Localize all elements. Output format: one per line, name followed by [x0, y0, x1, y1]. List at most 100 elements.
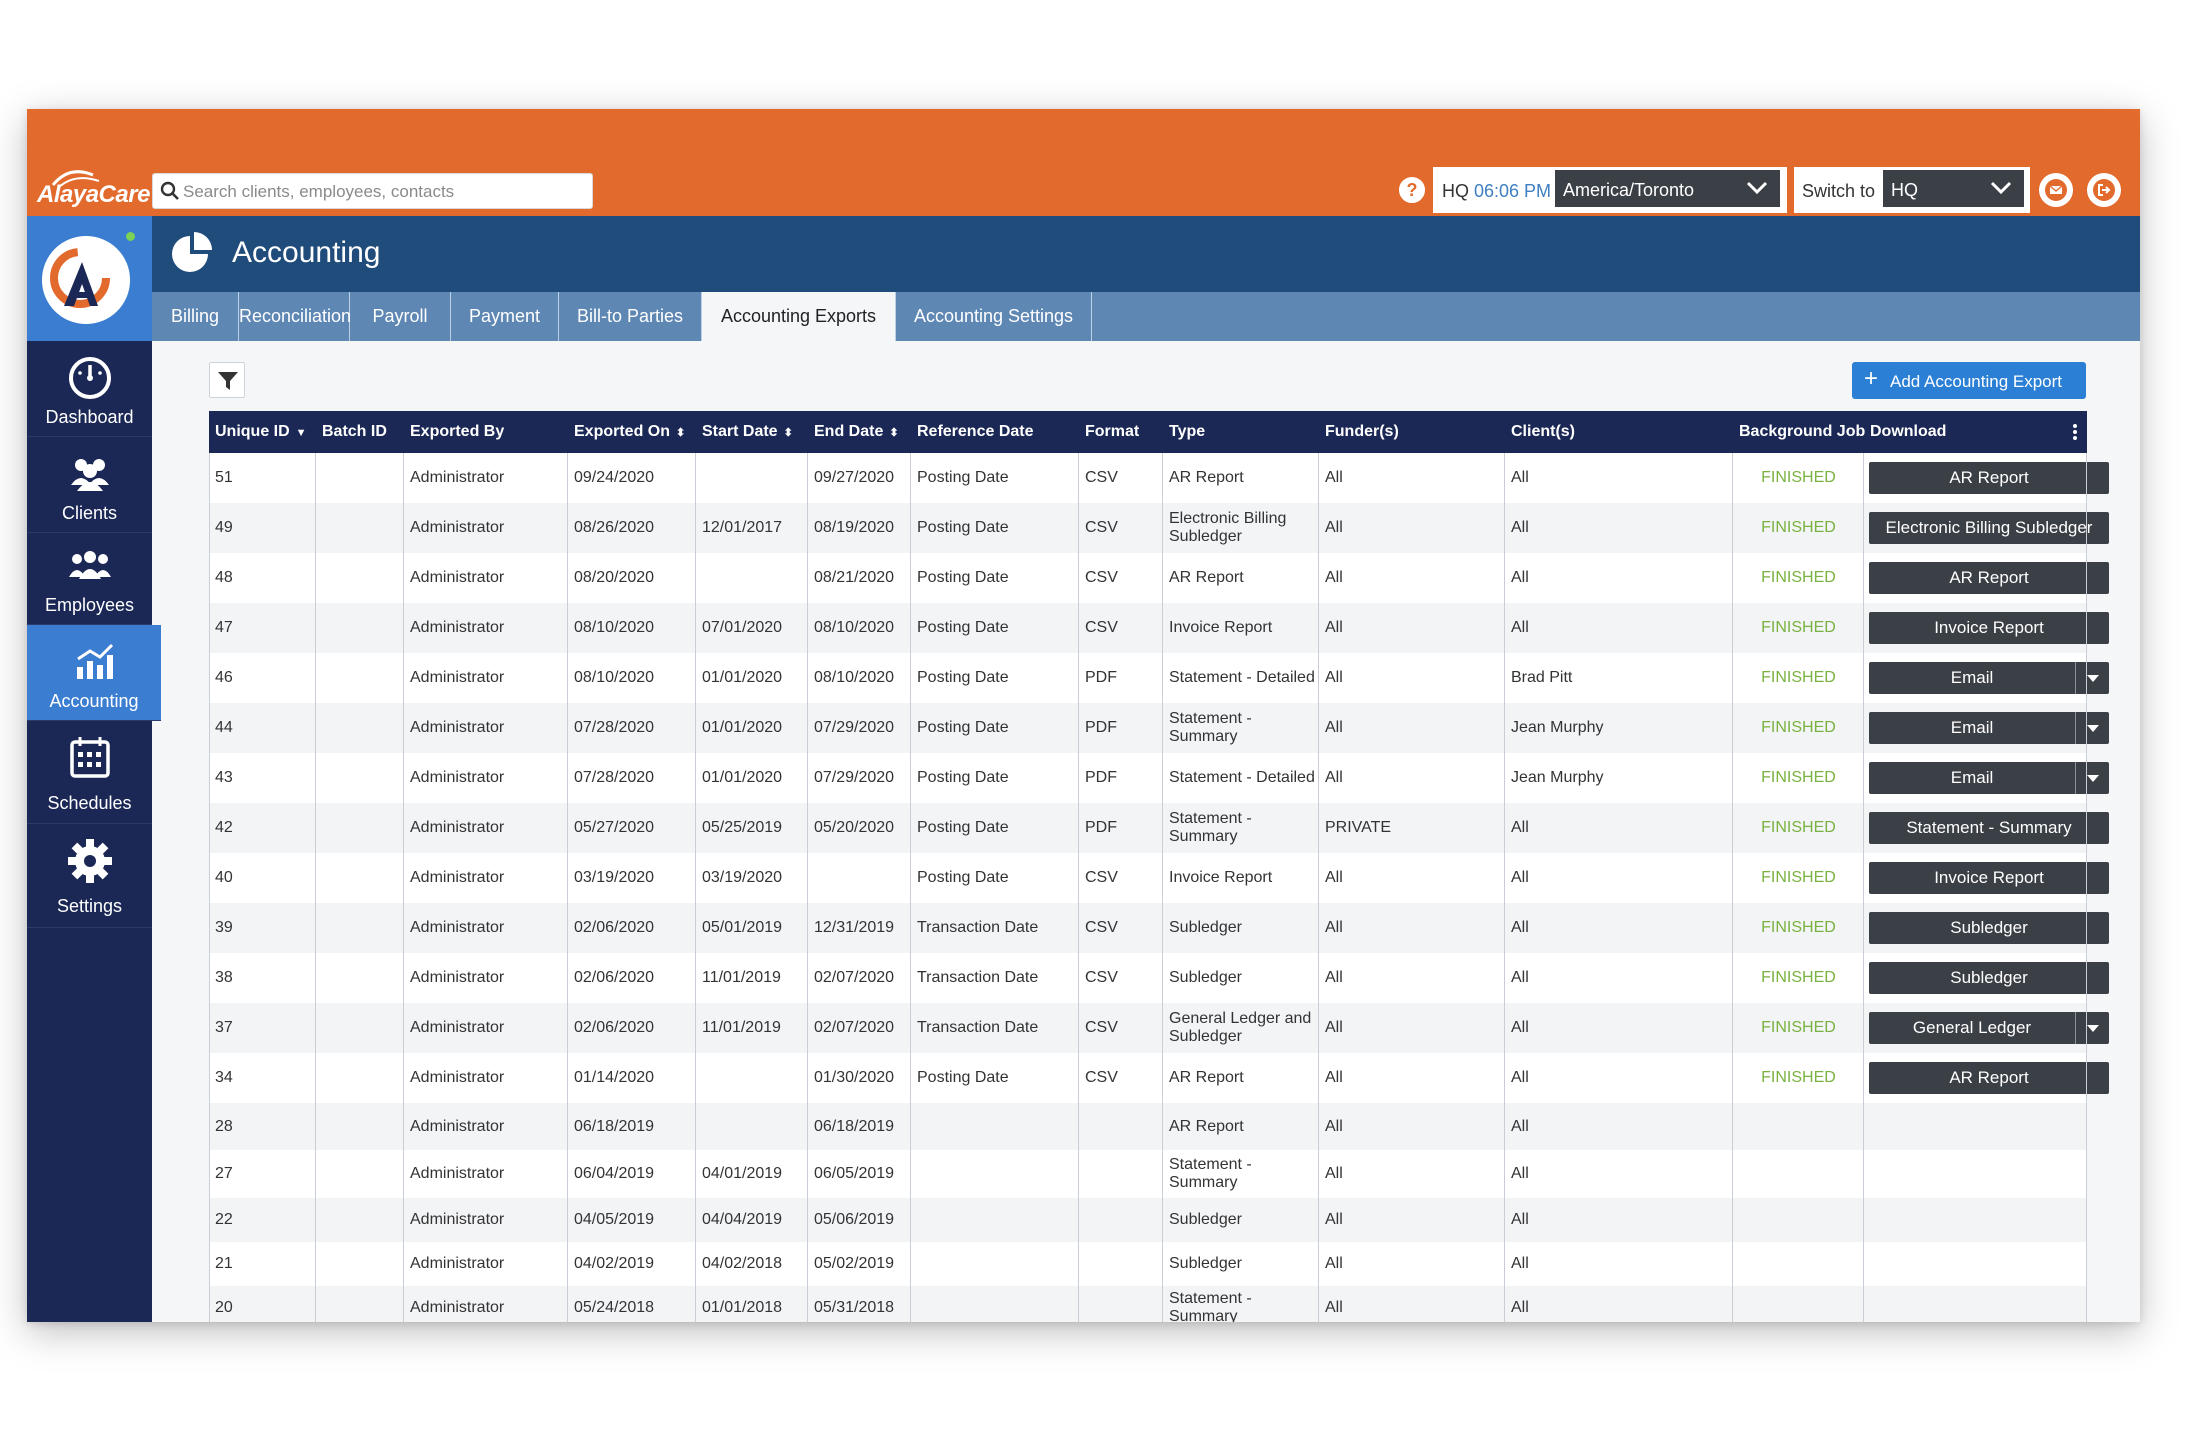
cell-clients: All — [1511, 869, 1529, 886]
sidebar-item-label: Clients — [61, 503, 118, 523]
tab-payroll[interactable]: Payroll — [350, 292, 451, 341]
cell-format — [1079, 1150, 1163, 1198]
sidebar-item-settings[interactable]: Settings — [27, 824, 152, 928]
cell-end: 05/31/2018 — [814, 1299, 895, 1316]
tab-billing[interactable]: Billing — [152, 292, 239, 341]
app-logo[interactable]: AlayaCare — [37, 181, 150, 209]
download-button[interactable]: Invoice Report — [1869, 612, 2109, 644]
download-button[interactable]: Email — [1869, 712, 2075, 744]
tab-reconciliation[interactable]: Reconciliation — [239, 292, 351, 341]
cell-type: Subledger — [1169, 1255, 1242, 1272]
column-header-format[interactable]: Format — [1079, 411, 1139, 453]
switch-location-select[interactable]: HQ — [1883, 170, 2024, 207]
cell-download — [1864, 1103, 2087, 1150]
cell-batch — [316, 803, 404, 853]
column-header-exported-on[interactable]: Exported On ⬍ — [568, 411, 685, 453]
column-divider — [1863, 453, 1864, 1322]
cell-funders: All — [1325, 569, 1343, 586]
cell-on: 06/04/2019 — [574, 1165, 655, 1182]
download-button[interactable]: Email — [1869, 662, 2075, 694]
switch-location-box: Switch to HQ — [1794, 167, 2030, 213]
tab-accounting-settings[interactable]: Accounting Settings — [896, 292, 1092, 341]
column-header-type[interactable]: Type — [1163, 411, 1205, 453]
cell-status — [1733, 1198, 1864, 1242]
cell-download: Invoice Report — [1864, 603, 2109, 653]
timezone-select[interactable]: America/Toronto — [1555, 170, 1780, 207]
column-header-background-job[interactable]: Background Job — [1733, 411, 1865, 453]
sidebar-item-clients[interactable]: Clients — [27, 437, 152, 533]
download-button[interactable]: Subledger — [1869, 962, 2109, 994]
download-button[interactable]: General Ledger — [1869, 1012, 2075, 1044]
cell-start — [696, 553, 808, 603]
logout-button[interactable] — [2087, 173, 2121, 207]
cell-on: 07/28/2020 — [574, 769, 655, 786]
help-button[interactable]: ? — [1397, 175, 1427, 205]
table-row: 42 Administrator 05/27/2020 05/25/2019 05/20… — [209, 803, 2109, 853]
column-header-reference-date[interactable]: Reference Date — [911, 411, 1034, 453]
cell-type: Statement - Summary — [1169, 1290, 1252, 1322]
cell-download — [1864, 1150, 2087, 1198]
cell-clients: All — [1511, 469, 1529, 486]
column-header-batch-id[interactable]: Batch ID — [316, 411, 387, 453]
sidebar-item-accounting[interactable]: Accounting — [27, 625, 161, 721]
table-row: 46 Administrator 08/10/2020 01/01/2020 08/10… — [209, 653, 2109, 703]
table-row: 39 Administrator 02/06/2020 05/01/2019 12/31… — [209, 903, 2109, 953]
cell-download: Statement - Summary — [1864, 803, 2109, 853]
column-divider — [807, 453, 808, 1322]
column-header-clients[interactable]: Client(s) — [1505, 411, 1575, 453]
download-button[interactable]: AR Report — [1869, 1062, 2109, 1094]
column-menu-icon[interactable] — [2072, 423, 2078, 441]
search-input[interactable] — [181, 176, 585, 208]
column-header-unique-id[interactable]: Unique ID ▼ — [209, 411, 307, 453]
column-divider — [567, 453, 568, 1322]
tab-payment[interactable]: Payment — [451, 292, 559, 341]
cell-by: Administrator — [410, 919, 505, 936]
caret-down-icon — [2087, 675, 2099, 682]
column-header-download[interactable]: Download — [1864, 411, 1946, 453]
user-avatar-icon — [42, 236, 130, 324]
avatar[interactable] — [42, 236, 130, 324]
cell-id: 39 — [215, 919, 233, 936]
cell-ref: Posting Date — [917, 519, 1009, 536]
column-header-exported-by[interactable]: Exported By — [404, 411, 504, 453]
download-button[interactable]: Statement - Summary — [1869, 812, 2109, 844]
cell-batch — [316, 903, 404, 953]
cell-clients: All — [1511, 1019, 1529, 1036]
cell-start: 01/01/2020 — [702, 769, 783, 786]
download-options-button[interactable] — [2075, 762, 2109, 794]
download-options-button[interactable] — [2075, 662, 2109, 694]
sidebar-item-schedules[interactable]: Schedules — [27, 721, 152, 824]
download-button[interactable]: AR Report — [1869, 462, 2109, 494]
sidebar-item-employees[interactable]: Employees — [27, 533, 152, 625]
download-options-button[interactable] — [2075, 1012, 2109, 1044]
column-header-start-date[interactable]: Start Date ⬍ — [696, 411, 793, 453]
download-button[interactable]: Email — [1869, 762, 2075, 794]
table-row: 34 Administrator 01/14/2020 01/30/2020 Posti… — [209, 1053, 2109, 1103]
download-button[interactable]: Invoice Report — [1869, 862, 2109, 894]
cell-batch — [316, 1003, 404, 1053]
download-options-button[interactable] — [2075, 712, 2109, 744]
column-header-end-date[interactable]: End Date ⬍ — [808, 411, 899, 453]
cell-funders: All — [1325, 769, 1343, 786]
sidebar-item-dashboard[interactable]: Dashboard — [27, 341, 152, 437]
cell-ref: Transaction Date — [917, 919, 1039, 936]
cell-batch — [316, 703, 404, 753]
cell-end — [808, 853, 911, 903]
download-button[interactable]: Subledger — [1869, 912, 2109, 944]
download-button[interactable]: Electronic Billing Subledger — [1869, 512, 2109, 544]
column-header-funders[interactable]: Funder(s) — [1319, 411, 1399, 453]
filter-button[interactable] — [209, 362, 245, 398]
messages-button[interactable] — [2039, 173, 2073, 207]
add-accounting-export-button[interactable]: + Add Accounting Export — [1852, 362, 2086, 399]
tab-accounting-exports[interactable]: Accounting Exports — [702, 292, 896, 341]
cell-end: 08/19/2020 — [814, 519, 895, 536]
cell-type: Statement - Summary — [1169, 710, 1252, 745]
download-split-button: Email — [1869, 712, 2109, 744]
cell-type: Invoice Report — [1169, 619, 1273, 636]
cell-funders: All — [1325, 619, 1343, 636]
global-search[interactable] — [152, 173, 593, 209]
tab-bill-to-parties[interactable]: Bill-to Parties — [559, 292, 702, 341]
cell-ref: Posting Date — [917, 669, 1009, 686]
cell-id: 43 — [215, 769, 233, 786]
download-button[interactable]: AR Report — [1869, 562, 2109, 594]
